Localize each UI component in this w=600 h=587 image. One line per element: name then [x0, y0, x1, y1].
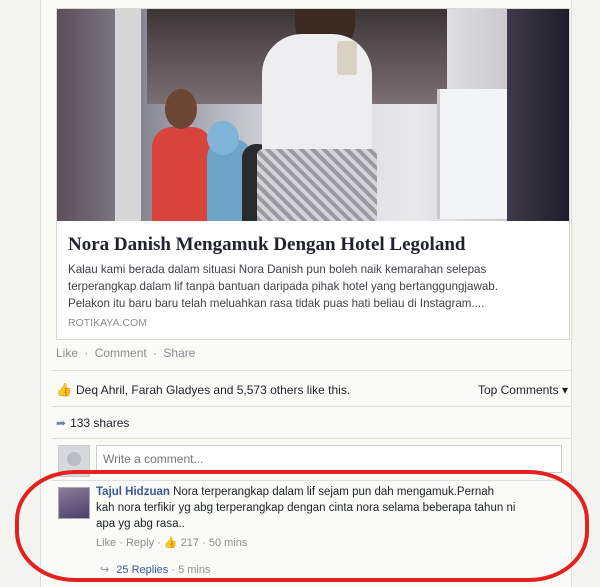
thumbs-up-icon: 👍	[56, 382, 73, 397]
description-line: Kalau kami berada dalam situasi Nora Dan…	[68, 263, 487, 276]
link-preview[interactable]: Nora Danish Mengamuk Dengan Hotel Legola…	[56, 8, 570, 340]
shares-row[interactable]: ➦ 133 shares	[56, 416, 129, 430]
link-preview-title[interactable]: Nora Danish Mengamuk Dengan Hotel Legola…	[68, 234, 558, 256]
separator: ·	[84, 346, 89, 360]
like-link[interactable]: Like	[56, 346, 78, 360]
description-line: Pelakon itu baru baru telah meluahkan ra…	[68, 297, 485, 310]
likes-summary-row: 👍 Deq Ahril, Farah Gladyes and 5,573 oth…	[56, 382, 568, 400]
link-preview-description: Kalau kami berada dalam situasi Nora Dan…	[68, 261, 560, 312]
share-link[interactable]: Share	[163, 346, 195, 360]
link-preview-image[interactable]	[57, 9, 569, 221]
shares-count: 133 shares	[70, 416, 130, 430]
divider	[52, 438, 572, 439]
divider	[52, 370, 572, 371]
description-line: terperangkap dalam lif tanpa bantuan dar…	[68, 280, 498, 293]
share-arrow-icon: ➦	[56, 416, 67, 430]
link-preview-domain: ROTIKAYA.COM	[68, 317, 147, 329]
separator: ·	[153, 346, 158, 360]
link-preview-body: Nora Danish Mengamuk Dengan Hotel Legola…	[57, 221, 569, 339]
top-comments-dropdown[interactable]: Top Comments ▾	[478, 383, 568, 397]
comment-input[interactable]	[96, 445, 562, 473]
post-actions: Like · Comment · Share	[56, 346, 195, 360]
comment-link[interactable]: Comment	[95, 346, 147, 360]
highlight-oval	[15, 470, 589, 582]
likes-summary[interactable]: Deq Ahril, Farah Gladyes and 5,573 other…	[76, 383, 350, 397]
divider	[52, 406, 572, 407]
